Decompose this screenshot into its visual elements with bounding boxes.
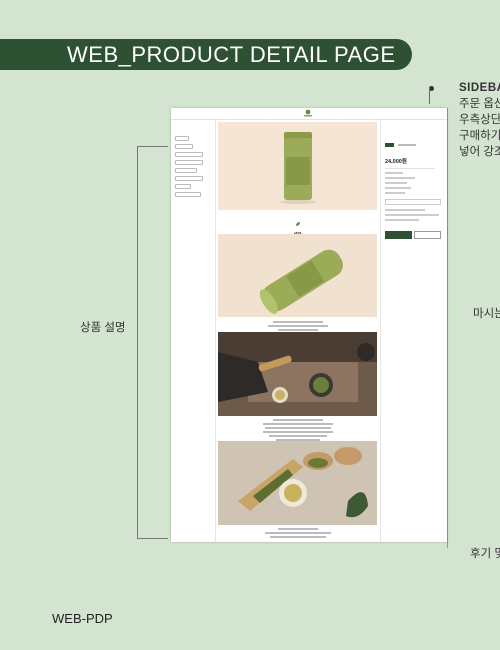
- sidebar-annotation-line: 넣어 강조: [459, 146, 500, 158]
- sidebar-annotation-title: SIDEBA: [459, 82, 500, 94]
- tea-scoop-image: [218, 441, 377, 525]
- nav-dot: ·: [341, 112, 342, 116]
- sidebar-annotation-line: 우측상단: [459, 114, 500, 126]
- sidebar-annotation-line: 구매하기: [459, 130, 500, 142]
- cart-button[interactable]: [414, 231, 441, 239]
- sidebar-annotation: SIDEBA 주문 옵션 우측상단 구매하기 넣어 강조: [459, 80, 500, 160]
- mockup-left-sidebar: [175, 136, 213, 200]
- product-lying-image: [218, 234, 377, 317]
- pdp-mockup: · · · · 세작 Sejak green tea: [171, 108, 447, 542]
- banner-title: WEB_PRODUCT DETAIL PAGE: [67, 41, 396, 67]
- nav-dot: ·: [371, 112, 372, 116]
- footer-label: WEB-PDP: [52, 611, 113, 626]
- option-select[interactable]: [385, 199, 441, 205]
- product-price: 24,000원: [385, 159, 407, 165]
- callout-connector: [429, 88, 430, 104]
- nav-dot: ·: [231, 112, 232, 116]
- mockup-header: · · · ·: [171, 108, 447, 120]
- logo-icon: [304, 109, 312, 117]
- right-bottom-label: 후기 및: [470, 548, 500, 560]
- sidebar-annotation-line: 주문 옵션: [459, 98, 500, 110]
- right-bracket: [447, 108, 448, 548]
- product-hero-image: [218, 122, 377, 210]
- leaf-icon: [295, 222, 300, 226]
- mockup-purchase-panel: 24,000원: [385, 136, 443, 244]
- product-desc-bracket: [137, 146, 168, 539]
- nav-dot: ·: [266, 112, 267, 116]
- buy-button[interactable]: [385, 231, 412, 239]
- tea-ceremony-image: [218, 332, 377, 416]
- product-desc-label: 상품 설명: [80, 322, 126, 334]
- page-banner: WEB_PRODUCT DETAIL PAGE: [0, 39, 412, 70]
- right-mid-label: 마시는: [473, 308, 500, 320]
